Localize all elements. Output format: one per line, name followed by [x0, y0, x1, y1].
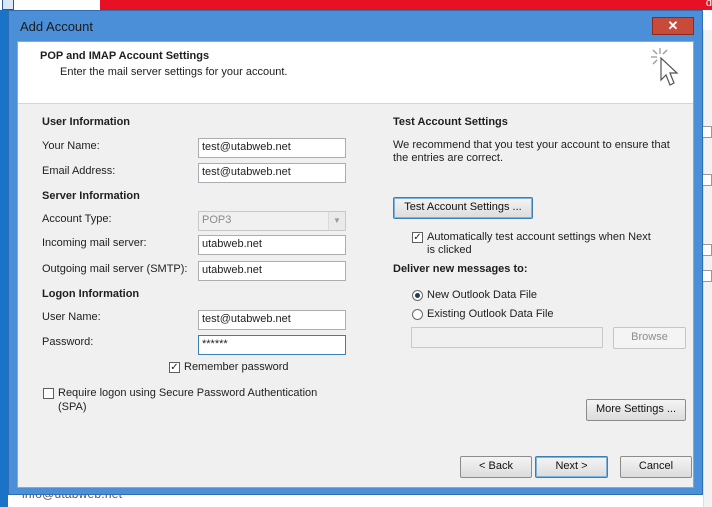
dialog-header: POP and IMAP Account Settings Enter the …: [18, 42, 693, 104]
deliver-messages-heading: Deliver new messages to:: [393, 263, 528, 275]
email-address-input[interactable]: test@utabweb.net: [198, 163, 346, 183]
background-red-banner: d: [100, 0, 712, 10]
back-button[interactable]: < Back: [460, 456, 532, 478]
title-bar[interactable]: Add Account ✕: [9, 11, 702, 41]
spa-label-line2: (SPA): [58, 401, 87, 413]
background-checkbox-icon: [702, 174, 712, 186]
test-account-settings-heading: Test Account Settings: [393, 116, 508, 128]
background-right-strip: [702, 30, 712, 507]
server-information-heading: Server Information: [42, 190, 140, 202]
account-type-dropdown: POP3 ▼: [198, 211, 346, 231]
password-label: Password:: [42, 336, 94, 348]
browse-button: Browse: [613, 327, 686, 349]
test-description-line1: We recommend that you test your account …: [393, 139, 670, 151]
auto-test-label-line1: Automatically test account settings when…: [427, 231, 651, 243]
chevron-down-icon: ▼: [328, 212, 345, 230]
auto-test-checkbox[interactable]: ✓: [412, 232, 423, 243]
dialog-body: POP and IMAP Account Settings Enter the …: [17, 41, 694, 488]
document-icon: [2, 0, 14, 10]
existing-data-file-path-input: [411, 327, 603, 348]
remember-password-checkbox[interactable]: ✓: [169, 362, 180, 373]
existing-data-file-label: Existing Outlook Data File: [427, 308, 554, 320]
email-address-label: Email Address:: [42, 165, 116, 177]
new-data-file-label: New Outlook Data File: [427, 289, 538, 301]
outgoing-mail-server-input[interactable]: utabweb.net: [198, 261, 346, 281]
incoming-mail-server-input[interactable]: utabweb.net: [198, 235, 346, 255]
new-data-file-radio[interactable]: [412, 290, 423, 301]
background-banner-text: d: [705, 0, 712, 9]
your-name-input[interactable]: test@utabweb.net: [198, 138, 346, 158]
spa-label-line1: Require logon using Secure Password Auth…: [58, 387, 318, 399]
add-account-dialog: Add Account ✕ POP and IMAP Account Setti…: [8, 10, 703, 495]
header-title: POP and IMAP Account Settings: [40, 50, 210, 62]
spa-checkbox[interactable]: [43, 388, 54, 399]
radio-selected-dot: [415, 293, 420, 298]
your-name-label: Your Name:: [42, 140, 100, 152]
background-checkbox-icon: [702, 126, 712, 138]
remember-password-label: Remember password: [184, 361, 289, 373]
next-button[interactable]: Next >: [535, 456, 608, 478]
more-settings-button[interactable]: More Settings ...: [586, 399, 686, 421]
test-description-line2: the entries are correct.: [393, 152, 504, 164]
user-name-input[interactable]: test@utabweb.net: [198, 310, 346, 330]
background-left-bar: [0, 10, 8, 507]
logon-information-heading: Logon Information: [42, 288, 140, 300]
account-type-label: Account Type:: [42, 213, 112, 225]
cursor-sparkle-icon: [651, 48, 679, 86]
cancel-button[interactable]: Cancel: [620, 456, 692, 478]
incoming-mail-server-label: Incoming mail server:: [42, 237, 147, 249]
user-information-heading: User Information: [42, 116, 131, 128]
password-input[interactable]: ******: [198, 335, 346, 355]
account-type-value: POP3: [202, 214, 232, 226]
header-subtitle: Enter the mail server settings for your …: [60, 66, 288, 78]
background-checkbox-icon: [702, 244, 712, 256]
background-checkbox-icon: [702, 270, 712, 282]
user-name-label: User Name:: [42, 311, 101, 323]
close-button[interactable]: ✕: [652, 17, 694, 35]
auto-test-label-line2: is clicked: [427, 244, 472, 256]
existing-data-file-radio[interactable]: [412, 309, 423, 320]
outgoing-mail-server-label: Outgoing mail server (SMTP):: [42, 263, 188, 275]
test-account-settings-button[interactable]: Test Account Settings ...: [393, 197, 533, 219]
dialog-title: Add Account: [20, 19, 93, 34]
